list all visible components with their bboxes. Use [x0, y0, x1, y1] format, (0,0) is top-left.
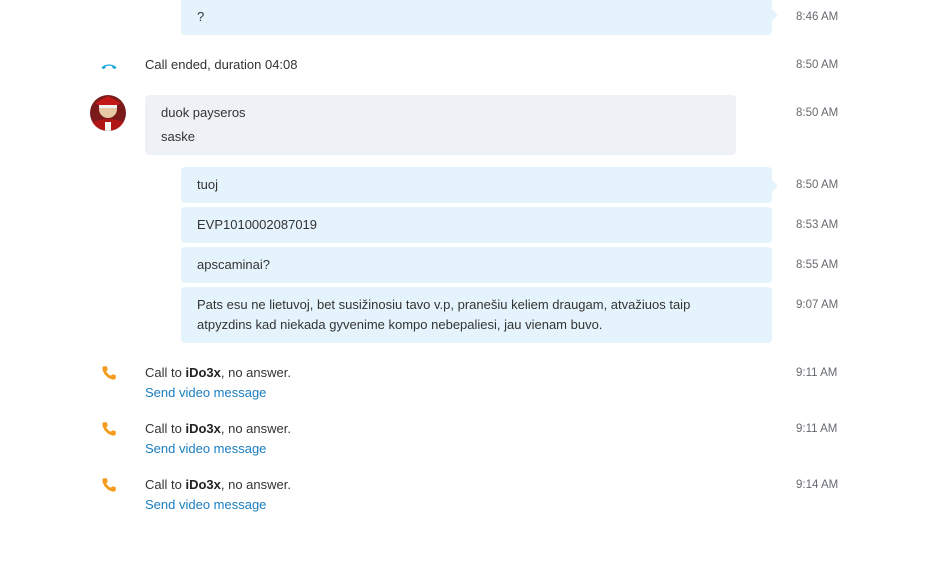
phone-hangup-icon [100, 57, 118, 75]
outgoing-message[interactable]: ? [181, 0, 778, 35]
send-video-message-link[interactable]: Send video message [145, 385, 266, 400]
call-ended-text: Call ended, duration 04:08 [145, 57, 298, 72]
message-time: 8:46 AM [796, 11, 839, 23]
call-suffix: , no answer. [220, 477, 291, 492]
contact-name: iDo3x [185, 421, 221, 436]
send-video-message-link[interactable]: Send video message [145, 497, 266, 512]
phone-icon [100, 476, 118, 494]
bubble-tail [772, 9, 778, 21]
phone-icon [100, 420, 118, 438]
call-ended-time: 8:50 AM [796, 59, 839, 71]
phone-icon [100, 364, 118, 382]
outgoing-message[interactable]: apscaminai? [181, 247, 772, 283]
outgoing-message[interactable]: EVP1010002087019 [181, 207, 772, 243]
call-prefix: Call to [145, 477, 186, 492]
outgoing-message[interactable]: Pats esu ne lietuvoj, bet susižinosiu ta… [181, 287, 772, 343]
user-avatar[interactable] [90, 95, 126, 131]
message-text: tuoj [197, 177, 218, 192]
call-suffix: , no answer. [220, 421, 291, 436]
message-time: 8:50 AM [796, 107, 839, 119]
contact-name: iDo3x [185, 365, 221, 380]
message-text: EVP1010002087019 [197, 217, 318, 232]
outgoing-message[interactable]: tuoj [181, 167, 778, 203]
call-time: 9:11 AM [796, 423, 838, 435]
call-time: 9:11 AM [796, 367, 838, 379]
message-time: 8:53 AM [796, 219, 839, 231]
missed-call-text: Call to iDo3x, no answer. [145, 365, 291, 380]
message-text-line: saske [161, 129, 195, 144]
message-text-line: atpyzdins kad niekada gyvenime kompo neb… [197, 317, 603, 332]
call-prefix: Call to [145, 365, 186, 380]
incoming-message[interactable]: duok payseros saske [145, 95, 736, 155]
message-text-line: Pats esu ne lietuvoj, bet susižinosiu ta… [197, 297, 691, 312]
message-text: ? [197, 9, 205, 24]
message-time: 9:07 AM [796, 299, 839, 311]
call-prefix: Call to [145, 421, 186, 436]
call-time: 9:14 AM [796, 479, 839, 491]
message-text: apscaminai? [197, 257, 270, 272]
missed-call-text: Call to iDo3x, no answer. [145, 421, 291, 436]
bubble-tail [772, 180, 778, 192]
missed-call-text: Call to iDo3x, no answer. [145, 477, 291, 492]
message-time: 8:50 AM [796, 179, 839, 191]
message-text-line: duok payseros [161, 105, 246, 120]
send-video-message-link[interactable]: Send video message [145, 441, 266, 456]
message-time: 8:55 AM [796, 259, 839, 271]
call-suffix: , no answer. [220, 365, 291, 380]
contact-name: iDo3x [185, 477, 221, 492]
